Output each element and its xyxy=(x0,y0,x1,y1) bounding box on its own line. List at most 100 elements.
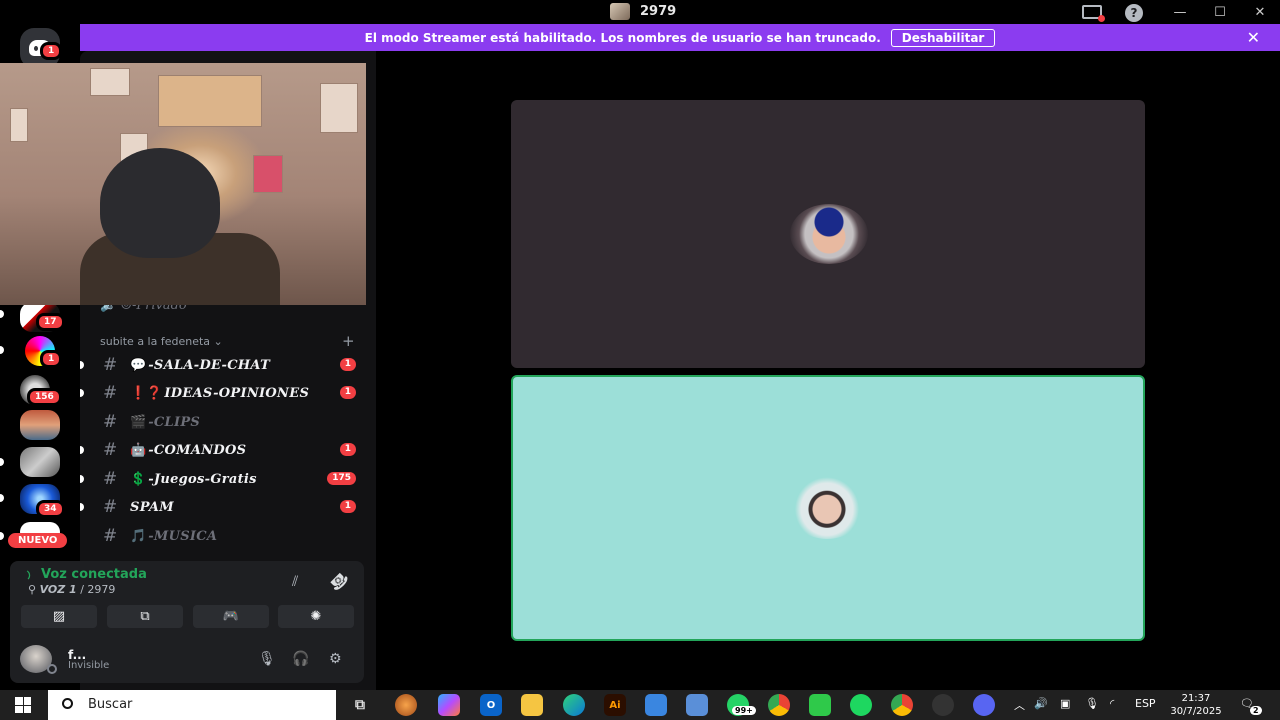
channel-name: -MUSICA xyxy=(148,528,218,544)
robot-emoji-icon: 🤖 xyxy=(130,442,147,458)
channel-item-juegos-gratis[interactable]: # 💲 -Juegos-Gratis 175 xyxy=(100,468,360,490)
mention-badge: 175 xyxy=(327,472,356,485)
illustrator-icon[interactable]: Ai xyxy=(604,694,626,716)
screen-share-icon[interactable] xyxy=(1082,5,1105,22)
file-explorer-icon[interactable] xyxy=(521,694,543,716)
server-icon[interactable] xyxy=(20,447,60,477)
channel-name: -COMANDOS xyxy=(148,442,247,458)
server-badge: 34 xyxy=(36,500,65,518)
hash-icon: # xyxy=(103,469,118,489)
taskbar-clock[interactable]: 21:37 30/7/2025 xyxy=(1168,692,1224,718)
maximize-button[interactable]: ☐ xyxy=(1200,0,1240,24)
camera-icon[interactable]: ▣ xyxy=(1060,697,1070,710)
clapper-emoji-icon: 🎬 xyxy=(130,414,147,430)
microphone-tray-icon[interactable]: 🎙 xyxy=(1085,697,1099,710)
edge-icon[interactable] xyxy=(563,694,585,716)
channel-name: IDEAS-OPINIONES xyxy=(164,385,310,401)
channel-item-spam[interactable]: # SPAM 1 xyxy=(100,496,360,518)
outlook-icon[interactable]: O xyxy=(480,694,502,716)
channel-name: -CLIPS xyxy=(148,414,201,430)
channel-item-ideas-opiniones[interactable]: # ❗❓ IDEAS-OPINIONES 1 xyxy=(100,382,360,404)
copilot-icon[interactable] xyxy=(438,694,460,716)
settings-gear-icon[interactable]: ⚙ xyxy=(329,651,342,667)
channel-item-sala-de-chat[interactable]: # 💬 -SALA-DE-CHAT 1 xyxy=(100,354,360,376)
search-icon xyxy=(62,698,73,709)
window-title: 2979 xyxy=(640,4,677,19)
activities-button[interactable]: 🎮 xyxy=(193,605,269,628)
discord-taskbar-icon[interactable] xyxy=(973,694,995,716)
mention-badge: 1 xyxy=(339,443,356,456)
poster-image xyxy=(320,83,358,133)
channel-name: -Juegos-Gratis xyxy=(148,471,257,487)
poster-image xyxy=(253,155,283,193)
calculator-icon[interactable] xyxy=(686,694,708,716)
close-banner-icon[interactable]: ✕ xyxy=(1247,28,1260,47)
whatsapp-badge: 99+ xyxy=(732,706,756,715)
channel-item-clips[interactable]: # 🎬 -CLIPS xyxy=(100,411,360,433)
hash-icon: # xyxy=(103,412,118,432)
new-badge: NUEVO xyxy=(8,533,68,548)
hash-icon: # xyxy=(103,383,118,403)
spotify-icon[interactable] xyxy=(850,694,872,716)
hash-icon: # xyxy=(103,440,118,460)
share-screen-button[interactable]: ⧉ xyxy=(107,605,183,628)
home-badge: 1 xyxy=(40,42,63,60)
voice-channel-path[interactable]: ⚲ VOZ 1 / 2979 xyxy=(28,583,115,596)
phone-link-icon[interactable] xyxy=(809,694,831,716)
clock-date: 30/7/2025 xyxy=(1170,706,1222,717)
clock-time: 21:37 xyxy=(1181,693,1211,704)
minimize-button[interactable]: — xyxy=(1160,0,1200,24)
category-header[interactable]: subite a la fedeneta ⌄ xyxy=(100,335,223,348)
streamer-mode-text: El modo Streamer está habilitado. Los no… xyxy=(364,30,881,45)
exclamation-question-emoji-icon: ❗❓ xyxy=(130,385,163,401)
server-thumbnail-icon xyxy=(610,3,630,20)
channel-item-comandos[interactable]: # 🤖 -COMANDOS 1 xyxy=(100,439,360,461)
chrome-profile-icon[interactable] xyxy=(891,694,913,716)
chrome-icon[interactable] xyxy=(768,694,790,716)
wifi-icon[interactable]: ◜ xyxy=(1110,697,1114,710)
server-icon[interactable] xyxy=(20,410,60,440)
language-indicator[interactable]: ESP xyxy=(1135,697,1156,710)
streamer-mode-banner: El modo Streamer está habilitado. Los no… xyxy=(80,24,1280,51)
voice-channel-name: VOZ 1 xyxy=(39,583,77,596)
chat-emoji-icon: 💬 xyxy=(130,357,147,373)
webcam-overlay xyxy=(0,63,366,305)
volume-icon[interactable]: 🔊 xyxy=(1034,697,1048,710)
poster-image xyxy=(90,68,130,96)
search-placeholder: Buscar xyxy=(88,697,133,712)
window-controls: — ☐ ✕ xyxy=(1160,0,1280,24)
windows-start-icon[interactable] xyxy=(15,697,31,713)
add-channel-icon[interactable]: + xyxy=(342,332,355,350)
server-badge: 156 xyxy=(27,388,62,406)
voice-status[interactable]: Voz conectada xyxy=(41,567,147,582)
notification-count: 2 xyxy=(1250,706,1262,715)
hash-icon: # xyxy=(103,526,118,546)
tray-chevron-icon[interactable]: ︿ xyxy=(1014,697,1025,713)
channel-name: SPAM xyxy=(130,499,174,515)
disable-streamer-button[interactable]: Deshabilitar xyxy=(890,28,996,47)
channel-name: -SALA-DE-CHAT xyxy=(148,357,271,373)
noise-suppression-icon[interactable]: ⫽ xyxy=(292,574,298,590)
avatar xyxy=(790,204,868,264)
pin-icon: ⚲ xyxy=(28,583,40,596)
store-icon[interactable] xyxy=(645,694,667,716)
microphone-icon[interactable]: 🎙 xyxy=(258,651,276,667)
hash-icon: # xyxy=(103,355,118,375)
dollar-emoji-icon: 💲 xyxy=(130,471,147,487)
headset-icon[interactable]: 🎧 xyxy=(292,651,309,667)
help-icon[interactable]: ? xyxy=(1125,4,1143,22)
camera-off-button[interactable]: ▨ xyxy=(21,605,97,628)
mention-badge: 1 xyxy=(339,386,356,399)
app-icon[interactable] xyxy=(932,694,954,716)
close-window-button[interactable]: ✕ xyxy=(1240,0,1280,24)
person-head xyxy=(100,148,220,258)
soundboard-button[interactable]: ✺ xyxy=(278,605,354,628)
poster-image xyxy=(158,75,262,127)
poster-image xyxy=(10,108,28,142)
music-note-emoji-icon: 🎵 xyxy=(130,528,147,544)
invisible-status-icon xyxy=(47,664,57,674)
channel-item-musica[interactable]: # 🎵 -MUSICA xyxy=(100,525,360,547)
app-icon[interactable] xyxy=(395,694,417,716)
window-title-group: 2979 xyxy=(610,3,676,20)
task-view-icon[interactable]: ⧉ xyxy=(349,694,371,716)
